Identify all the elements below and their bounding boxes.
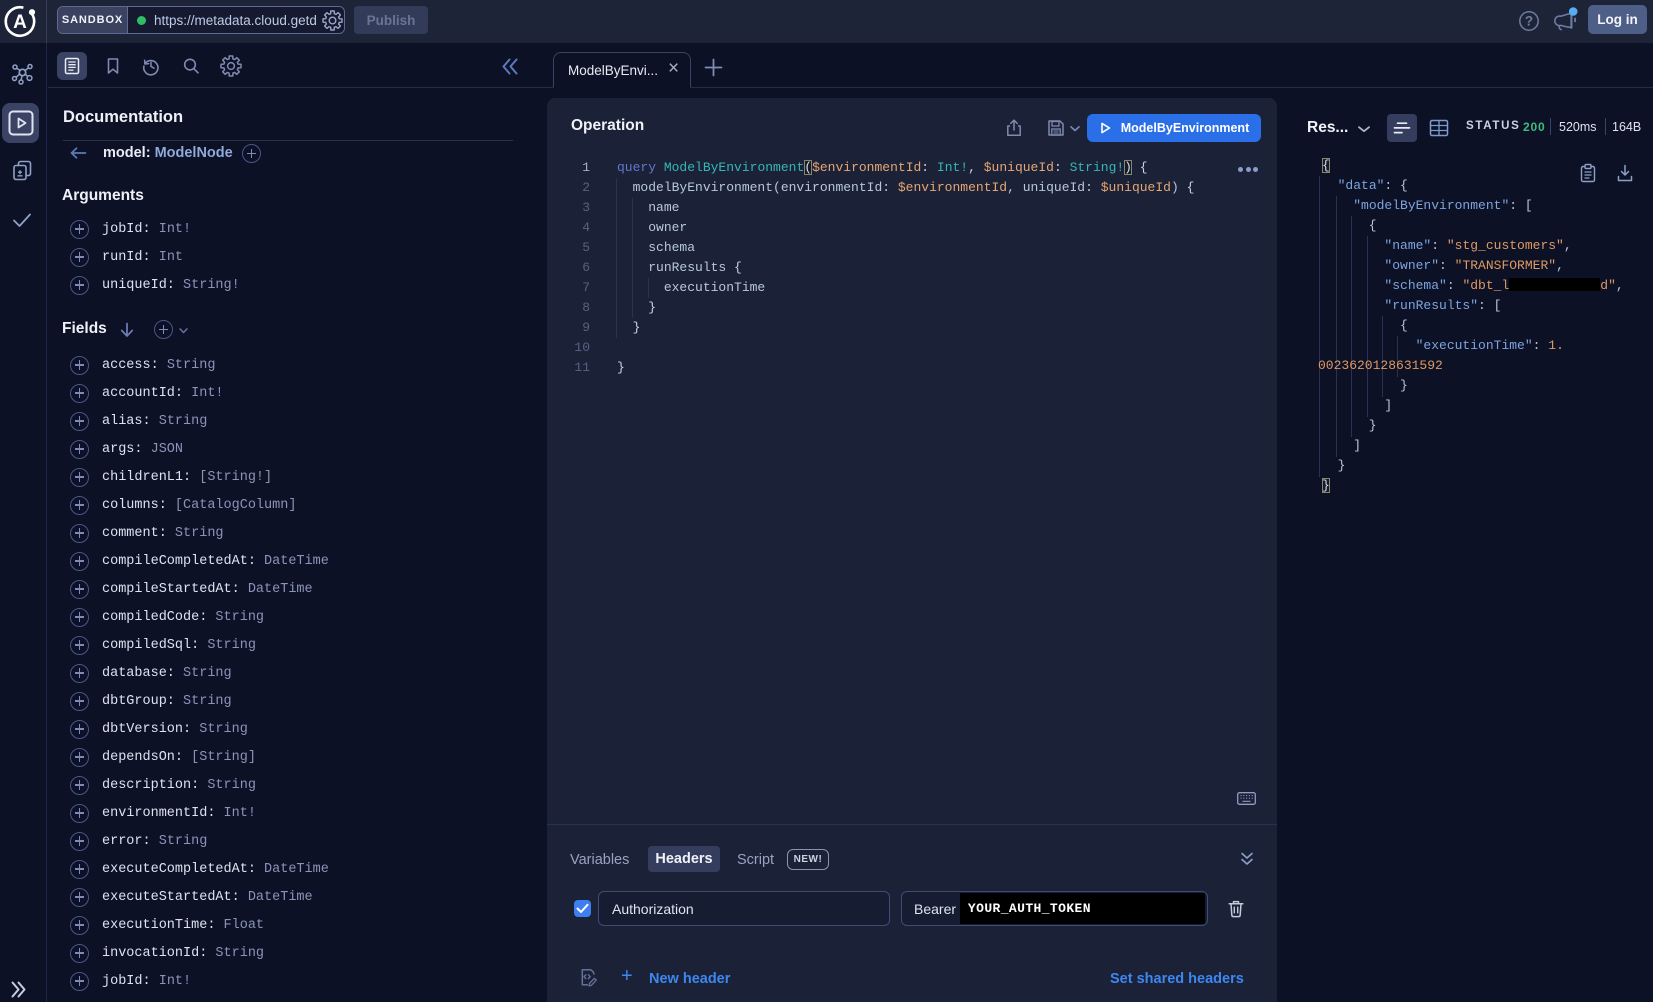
svg-text:A: A bbox=[13, 12, 27, 33]
svg-text:?: ? bbox=[1525, 13, 1533, 28]
